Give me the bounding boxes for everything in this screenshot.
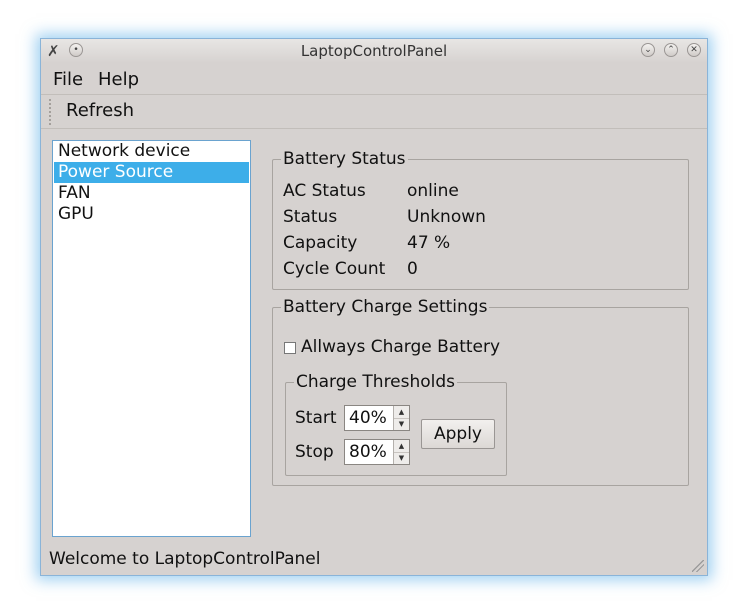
stop-spin-arrows: ▲ ▼ [393,440,409,464]
window-title: LaptopControlPanel [300,42,448,60]
list-item-gpu[interactable]: GPU [54,204,249,225]
menu-help[interactable]: Help [98,69,139,90]
capacity-label: Capacity [283,233,358,253]
minimize-icon[interactable]: ⌄ [641,43,655,57]
close-icon[interactable]: ✕ [687,43,701,57]
start-spinbox[interactable]: 40% ▲ ▼ [344,405,410,431]
charge-settings-group: Battery Charge Settings Allways Charge B… [272,297,689,486]
charge-thresholds-group: Charge Thresholds Start 40% ▲ ▼ Stop 80%… [285,372,507,476]
capacity-value: 47 % [407,233,451,253]
apply-button[interactable]: Apply [421,419,495,449]
always-charge-label[interactable]: Allways Charge Battery [301,337,500,357]
stop-spinbox[interactable]: 80% ▲ ▼ [344,439,410,465]
charge-thresholds-title: Charge Thresholds [294,372,458,392]
start-value[interactable]: 40% [349,408,387,428]
battery-status-title: Battery Status [281,149,408,169]
toolbar-grip[interactable] [48,98,53,126]
menu-bar: File Help [41,64,707,95]
refresh-button[interactable]: Refresh [66,100,134,121]
stop-label: Stop [295,442,334,462]
battery-status-group: Battery Status AC Status online Status U… [272,149,689,290]
start-spin-down-icon[interactable]: ▼ [394,418,409,430]
always-charge-checkbox[interactable] [284,342,296,354]
start-spin-arrows: ▲ ▼ [393,406,409,430]
status-label: Status [283,207,338,227]
status-value: Unknown [407,207,486,227]
charge-settings-title: Battery Charge Settings [281,297,490,317]
maximize-icon[interactable]: ⌃ [664,43,678,57]
ac-status-label: AC Status [283,181,366,201]
list-item-fan[interactable]: FAN [54,183,249,204]
stop-spin-down-icon[interactable]: ▼ [394,452,409,464]
status-bar-message: Welcome to LaptopControlPanel [49,549,321,569]
cycle-count-value: 0 [407,259,418,279]
menu-file[interactable]: File [53,69,83,90]
app-window: ✗ • LaptopControlPanel ⌄ ⌃ ✕ File Help R… [40,38,708,576]
list-item-power-source[interactable]: Power Source [54,162,249,183]
toolbar: Refresh [41,95,707,129]
ac-status-value: online [407,181,459,201]
category-list[interactable]: Network device Power Source FAN GPU [52,140,251,537]
list-item-network-device[interactable]: Network device [54,141,249,162]
stop-value[interactable]: 80% [349,442,387,462]
cycle-count-label: Cycle Count [283,259,386,279]
title-bar[interactable]: ✗ • LaptopControlPanel ⌄ ⌃ ✕ [41,39,707,63]
resize-grip-icon[interactable] [692,560,704,572]
start-label: Start [295,408,337,428]
